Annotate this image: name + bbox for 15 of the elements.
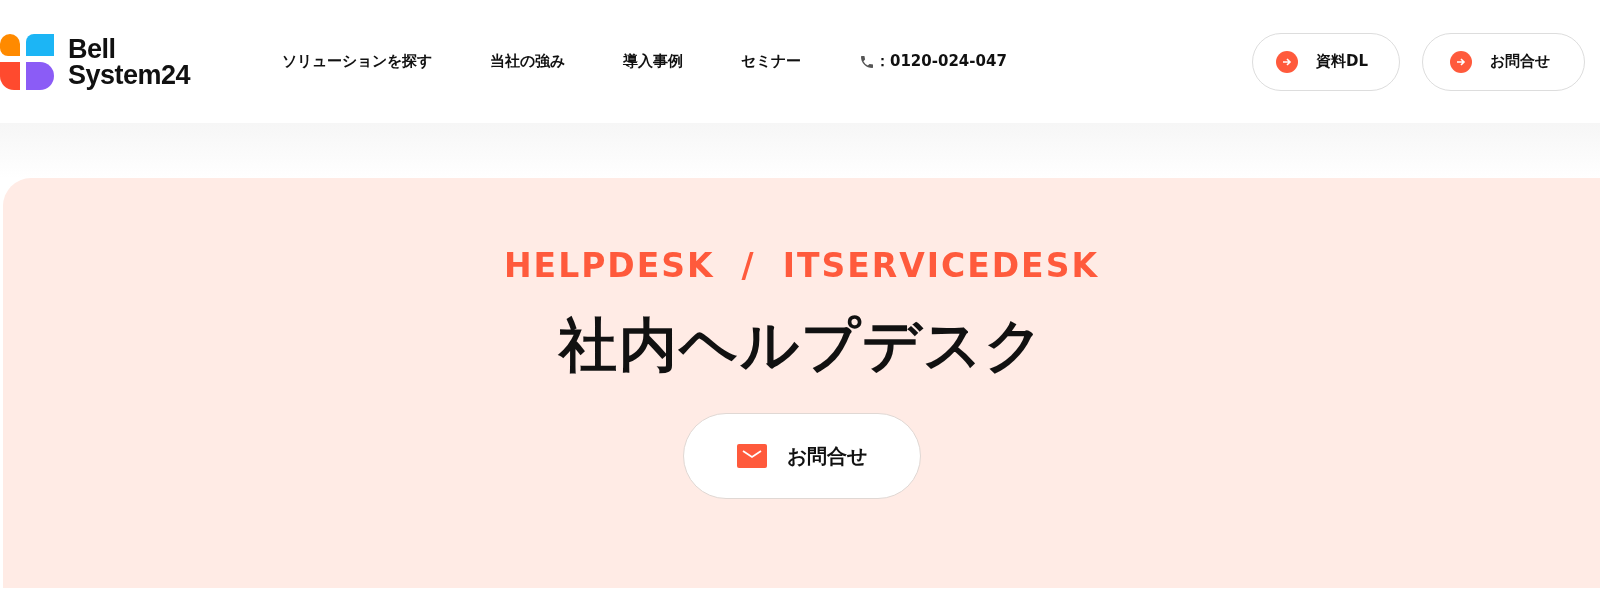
hero-subtitle: HELPDESK / ITSERVICEDESK (504, 246, 1099, 285)
download-button[interactable]: 資料DL (1252, 32, 1400, 91)
hero-title: 社内ヘルプデスク (558, 310, 1045, 381)
nav-link[interactable]: セミナー (741, 52, 801, 71)
logo-text: Bell (68, 35, 117, 62)
nav-link[interactable]: 導入事例 (623, 52, 683, 71)
contact-button[interactable]: お問合せ (682, 413, 921, 499)
mail-icon (736, 444, 767, 468)
logo-text: System24 (68, 61, 191, 88)
phone-icon (859, 53, 875, 70)
contact-button[interactable]: お問合せ (1422, 32, 1585, 91)
phone-number[interactable]: ：0120-024-047 (875, 52, 1007, 71)
nav-link[interactable]: 当社の強み (490, 52, 565, 71)
nav-link[interactable]: ソリューションを探す (282, 52, 432, 71)
logo-icon (0, 33, 56, 90)
